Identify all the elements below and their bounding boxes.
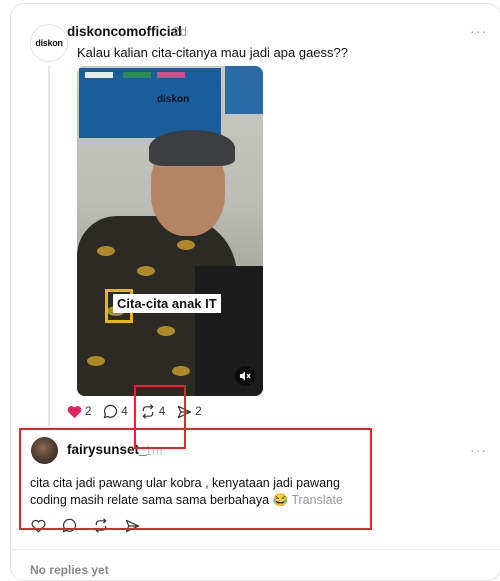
comment-button[interactable]: 4 bbox=[103, 404, 128, 419]
heart-filled-icon bbox=[67, 405, 82, 418]
no-replies-label: No replies yet bbox=[30, 563, 109, 577]
like-button[interactable]: 2 bbox=[67, 405, 91, 419]
post-more-icon[interactable]: ··· bbox=[470, 23, 487, 39]
avatar[interactable]: diskon bbox=[30, 24, 68, 62]
post-text: Kalau kalian cita-citanya mau jadi apa g… bbox=[77, 45, 349, 60]
post-username[interactable]: diskoncomofficial bbox=[67, 24, 182, 39]
mute-icon[interactable] bbox=[235, 366, 255, 386]
brand-logo: diskon bbox=[35, 38, 63, 48]
divider bbox=[11, 549, 500, 550]
comment-icon bbox=[104, 404, 118, 419]
video-brand-logo: diskon bbox=[157, 94, 190, 105]
highlight-box-reply bbox=[19, 428, 372, 530]
comment-count: 4 bbox=[121, 405, 128, 418]
post-timestamp: 2d bbox=[173, 25, 187, 39]
thread-line bbox=[48, 66, 50, 426]
video-screen bbox=[79, 68, 221, 138]
like-count: 2 bbox=[85, 405, 92, 418]
reply-more-icon[interactable]: ··· bbox=[470, 442, 487, 458]
video-caption: Cita-cita anak IT bbox=[113, 294, 221, 313]
video-screen-secondary bbox=[225, 66, 263, 114]
share-count: 2 bbox=[195, 405, 202, 418]
post-video[interactable]: diskon Cita-cita anak IT bbox=[77, 66, 263, 396]
video-person-cap bbox=[149, 130, 235, 166]
